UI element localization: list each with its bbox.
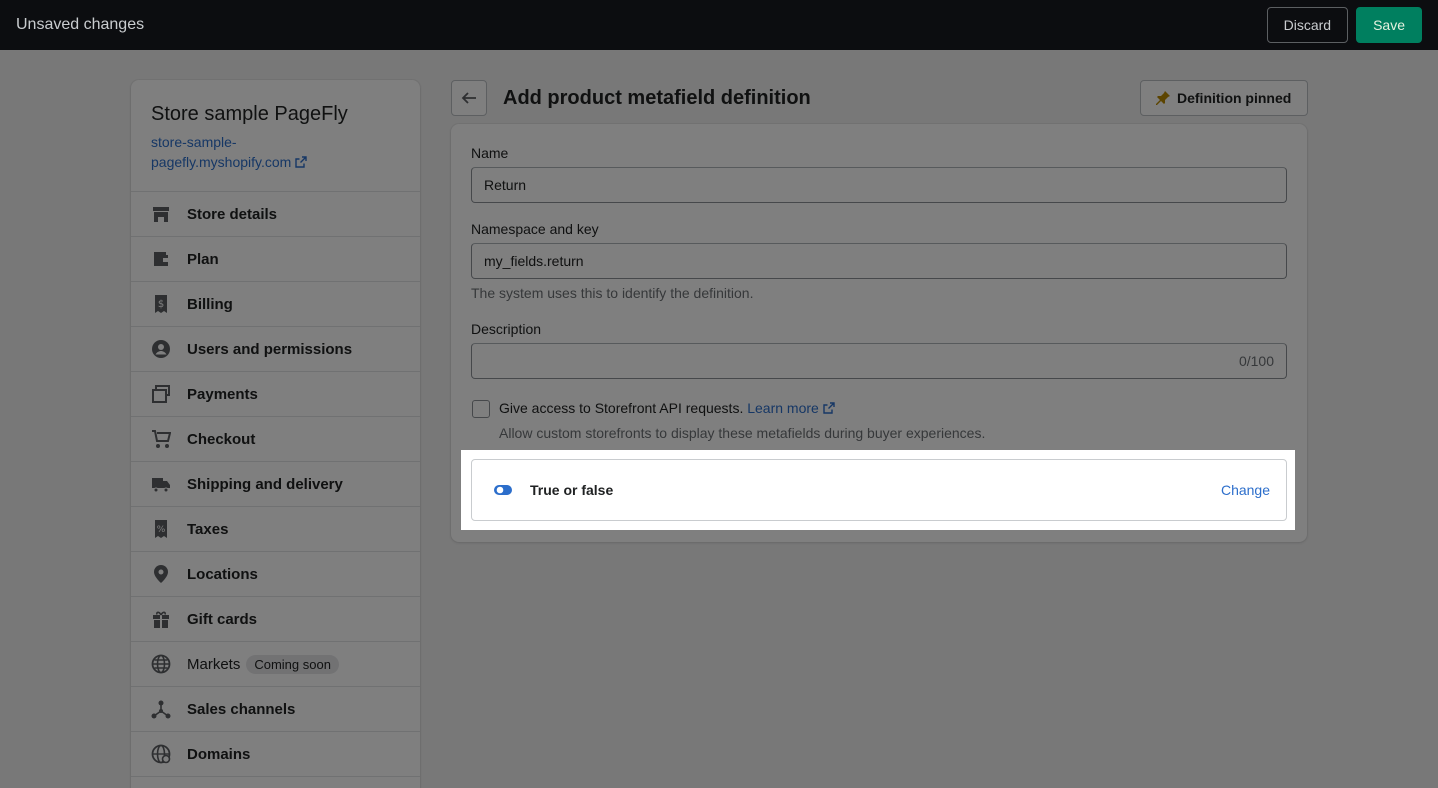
sidebar-item-markets[interactable]: Markets Coming soon: [131, 642, 420, 687]
change-type-link[interactable]: Change: [1221, 482, 1270, 498]
storefront-access-label: Give access to Storefront API requests. …: [499, 400, 835, 416]
topbar-actions: Discard Save: [1266, 7, 1422, 43]
name-label: Name: [471, 145, 509, 161]
sidebar-item-gift-cards[interactable]: Gift cards: [131, 597, 420, 642]
namespace-key-help: The system uses this to identify the def…: [471, 285, 754, 301]
type-label: True or false: [530, 482, 614, 498]
sidebar-item-label: Payments: [187, 385, 258, 403]
payments-icon: [152, 385, 170, 403]
sidebar-item-label: Domains: [187, 745, 251, 763]
definition-pinned-button[interactable]: Definition pinned: [1140, 80, 1309, 116]
description-input[interactable]: 0/100: [471, 343, 1287, 379]
sidebar-item-label: Locations: [187, 565, 258, 583]
truck-icon: [152, 478, 170, 493]
description-counter: 0/100: [1238, 353, 1274, 369]
tax-icon: %: [155, 520, 167, 538]
sidebar-item-store-details[interactable]: Store details: [131, 192, 420, 237]
sidebar-item-checkout[interactable]: Checkout: [131, 417, 420, 462]
sidebar-item-locations[interactable]: Locations: [131, 552, 420, 597]
sidebar-item-label: Plan: [187, 250, 219, 268]
external-link-icon: [295, 156, 308, 168]
arrow-left-icon: [461, 92, 476, 104]
sidebar-item-sales-channels[interactable]: Sales channels: [131, 687, 420, 732]
namespace-key-value: my_fields.return: [484, 253, 584, 269]
type-highlight: True or false Change: [461, 450, 1295, 530]
location-icon: [154, 565, 168, 583]
name-value: Return: [484, 177, 527, 193]
type-selector[interactable]: True or false Change: [471, 459, 1287, 521]
settings-content: Store sample PageFly store-sample-pagefl…: [0, 50, 1438, 788]
save-button[interactable]: Save: [1356, 7, 1422, 43]
sidebar-item-label: Store details: [187, 205, 278, 223]
settings-sidebar: Store sample PageFly store-sample-pagefl…: [131, 80, 420, 788]
store-icon: [153, 207, 169, 222]
sidebar-item-label: Users and permissions: [187, 340, 353, 358]
wallet-icon: [154, 252, 169, 266]
cart-icon: [152, 430, 171, 448]
coming-soon-badge: Coming soon: [246, 654, 339, 674]
back-button[interactable]: [451, 80, 487, 116]
storefront-access-help: Allow custom storefronts to display thes…: [499, 425, 986, 441]
sidebar-item-label: Sales channels: [187, 700, 296, 718]
user-icon: [152, 340, 170, 358]
channels-icon: [151, 700, 171, 719]
billing-icon: $: [155, 295, 167, 313]
sidebar-item-billing[interactable]: $ Billing: [131, 282, 420, 327]
sidebar-item-domains[interactable]: Domains: [131, 732, 420, 777]
learn-more-text: Learn more: [747, 400, 819, 416]
pin-label: Definition pinned: [1177, 90, 1292, 106]
sidebar-item-shipping[interactable]: Shipping and delivery: [131, 462, 420, 507]
store-name: Store sample PageFly: [151, 103, 348, 125]
globe-icon: [151, 654, 171, 674]
namespace-key-label: Namespace and key: [471, 221, 599, 237]
sidebar-item-users[interactable]: Users and permissions: [131, 327, 420, 372]
pin-icon: [1156, 91, 1170, 105]
sidebar-item-label: Checkout: [187, 430, 256, 448]
description-label: Description: [471, 321, 542, 337]
sidebar-item-label: Gift cards: [187, 610, 258, 628]
sidebar-item-label: Taxes: [187, 520, 229, 538]
storefront-access-checkbox[interactable]: [472, 400, 490, 418]
top-bar: Unsaved changes Discard Save: [0, 0, 1438, 50]
toggle-icon: [494, 485, 512, 495]
store-url-link[interactable]: store-sample-pagefly.myshopify.com: [151, 132, 321, 172]
namespace-key-input[interactable]: my_fields.return: [471, 243, 1287, 279]
sidebar-item-taxes[interactable]: % Taxes: [131, 507, 420, 552]
svg-text:%: %: [157, 525, 166, 535]
external-link-icon: [823, 402, 835, 414]
gift-icon: [153, 611, 169, 628]
sidebar-item-plan[interactable]: Plan: [131, 237, 420, 282]
svg-text:$: $: [158, 299, 164, 310]
domain-icon: [151, 744, 171, 764]
store-header: Store sample PageFly store-sample-pagefl…: [131, 80, 420, 192]
discard-button[interactable]: Discard: [1266, 7, 1349, 43]
sidebar-item-label: Billing: [187, 295, 233, 313]
sidebar-item-payments[interactable]: Payments: [131, 372, 420, 417]
sidebar-item-label: Markets: [187, 655, 241, 673]
learn-more-link[interactable]: Learn more: [747, 400, 835, 416]
name-input[interactable]: Return: [471, 167, 1287, 203]
sidebar-item-label: Shipping and delivery: [187, 475, 343, 493]
page-title: Add product metafield definition: [503, 87, 811, 109]
unsaved-changes-title: Unsaved changes: [16, 16, 145, 33]
store-url-text: store-sample-pagefly.myshopify.com: [151, 134, 292, 170]
storefront-access-text: Give access to Storefront API requests.: [499, 400, 744, 416]
